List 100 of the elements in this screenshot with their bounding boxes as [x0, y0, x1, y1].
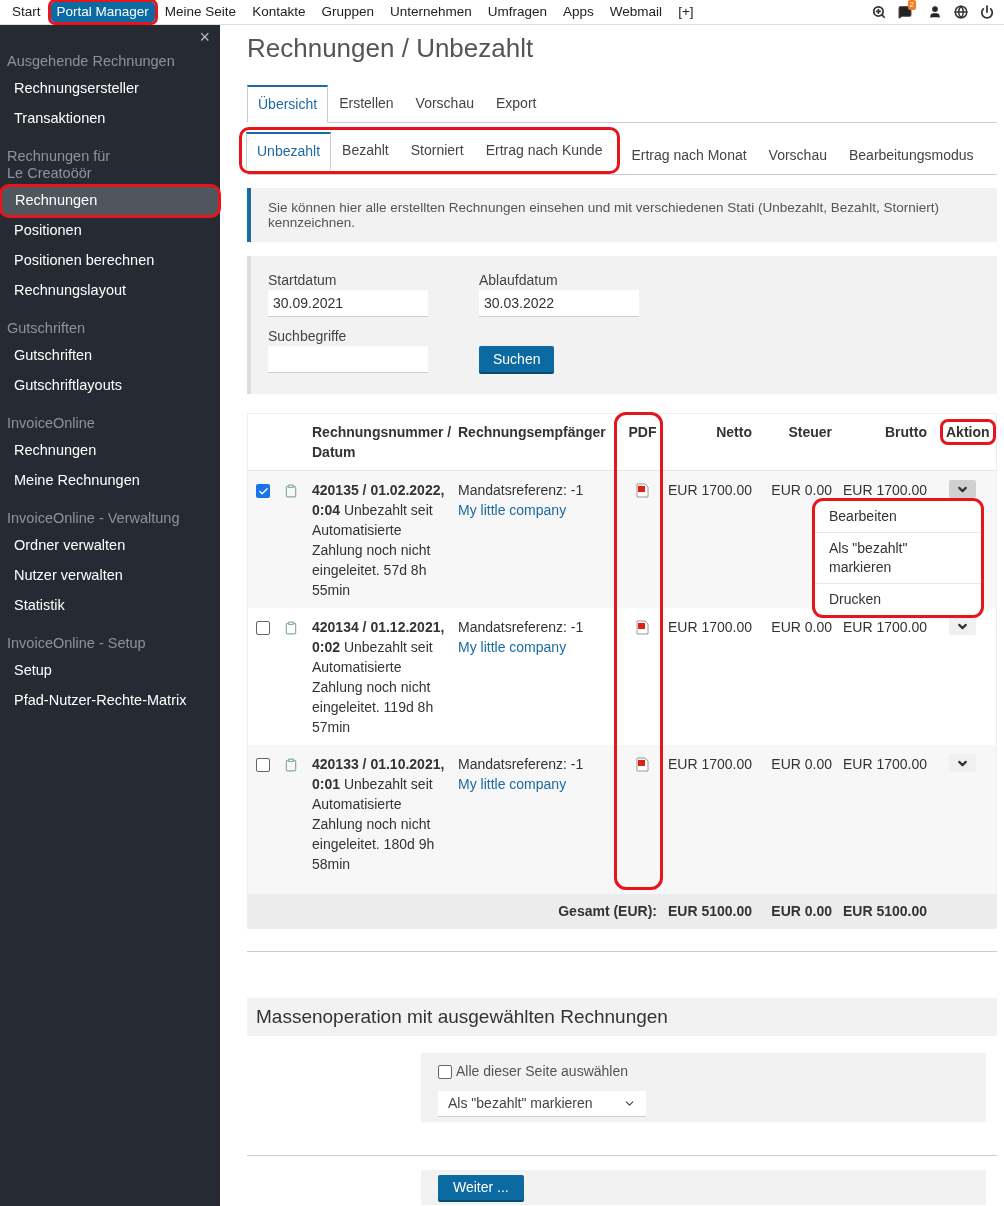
sidebar-heading: InvoiceOnline	[6, 415, 96, 432]
sidebar-item[interactable]: Transaktionen	[0, 104, 220, 134]
nav-link[interactable]: Unternehmen	[383, 2, 478, 22]
sidebar-item[interactable]: Gutschriftlayouts	[0, 371, 220, 401]
search-icon[interactable]	[871, 5, 886, 19]
mandate-text: Mandatsreferenz: -1	[458, 755, 584, 774]
nav-link[interactable]: Portal Manager	[50, 2, 155, 22]
sidebar-item[interactable]: Rechnungsersteller	[0, 74, 220, 104]
mandate-text: Mandatsreferenz: -1	[458, 481, 584, 500]
user-icon[interactable]	[928, 5, 942, 19]
gross-value: EUR 1700.00	[842, 619, 927, 635]
input-field[interactable]: 30.03.2022	[479, 290, 639, 316]
search-button[interactable]: Suchen	[479, 346, 555, 372]
input-field[interactable]: 30.09.2021	[268, 290, 428, 316]
sidebar-item[interactable]: Pfad-Nutzer-Rechte-Matrix	[0, 686, 220, 716]
input-field[interactable]	[268, 346, 428, 372]
nav-link[interactable]: Apps	[557, 2, 600, 22]
gross-value: EUR 1700.00	[842, 756, 927, 772]
nav-link[interactable]: Webmail	[603, 2, 669, 22]
menu-item[interactable]: Drucken	[815, 583, 981, 615]
tax-value: EUR 0.00	[771, 619, 832, 635]
sidebar-item[interactable]: Ordner verwalten	[0, 531, 220, 561]
sidebar-item[interactable]: Nutzer verwalten	[0, 561, 220, 591]
power-icon[interactable]	[980, 5, 994, 19]
company-link[interactable]: My little company	[458, 774, 567, 794]
globe-icon[interactable]	[954, 5, 968, 19]
pdf-icon[interactable]	[636, 483, 649, 498]
clipboard-icon[interactable]	[284, 484, 298, 498]
nav-link[interactable]: Start	[6, 2, 47, 22]
nav-link[interactable]: Umfragen	[481, 2, 554, 22]
sidebar-item[interactable]: Meine Rechnungen	[0, 466, 220, 496]
tab[interactable]: Ertrag nach Monat	[620, 137, 758, 174]
field-label: Suchbegriffe	[268, 328, 348, 344]
total-netto: EUR 5100.00	[667, 903, 752, 919]
sidebar-heading: InvoiceOnline - Verwaltung	[6, 510, 181, 527]
messages-icon[interactable]	[897, 5, 912, 19]
sidebar-item[interactable]: Rechnungslayout	[0, 276, 220, 306]
netto-value: EUR 1700.00	[667, 756, 752, 772]
tab[interactable]: Vorschau	[757, 137, 838, 174]
nav-link[interactable]: Kontakte	[246, 2, 312, 22]
invoice-text: 420135 / 01.02.2022, 0:04 Unbezahlt seit Automatisierte Zahlung noch nicht eingeleitet. 57d 8h 55min	[312, 482, 445, 598]
action-select[interactable]: Als "bezahlt" markieren	[438, 1091, 646, 1116]
field-label: Startdatum	[268, 272, 338, 288]
info-text: Sie können hier alle erstellten Rechnungen einsehen und mit verschiedenen Stati (Unbezahlt, Bezahlt, Storniert) kennzeichnen.	[268, 200, 940, 230]
sidebar-heading: Ausgehende Rechnungen	[6, 53, 176, 70]
notification-badge: 2	[907, 0, 916, 10]
nav-link[interactable]: [+]	[672, 2, 700, 22]
tab[interactable]: Storniert	[399, 132, 475, 169]
sidebar-item[interactable]: Gutschriften	[0, 341, 220, 371]
gross-value: EUR 1700.00	[842, 482, 927, 498]
menu-item[interactable]: Als "bezahlt" markieren	[815, 532, 981, 583]
tab[interactable]: Übersicht	[247, 85, 329, 123]
action-button[interactable]	[949, 617, 976, 635]
tab[interactable]: Ertrag nach Kunde	[474, 132, 614, 169]
company-link[interactable]: My little company	[458, 637, 567, 657]
total-label: Gesamt (EUR):	[558, 903, 657, 919]
field-label: Ablaufdatum	[479, 272, 559, 288]
sidebar-item[interactable]: Statistik	[0, 591, 220, 621]
continue-button[interactable]: Weiter ...	[438, 1175, 524, 1200]
invoice-text: 420133 / 01.10.2021, 0:01 Unbezahlt seit Automatisierte Zahlung noch nicht eingeleitet. 180d 9h 58min	[312, 756, 445, 872]
sidebar-item[interactable]: Setup	[0, 656, 220, 686]
column-header: Brutto	[885, 423, 927, 442]
checkbox[interactable]	[256, 621, 270, 635]
column-header: Rechnungsnummer / Datum	[312, 423, 453, 462]
pdf-icon[interactable]	[636, 757, 649, 772]
nav-link[interactable]: Meine Seite	[158, 2, 243, 22]
sidebar-heading: Rechnungen für Le Creatoöör	[6, 148, 112, 182]
sidebar-item[interactable]: Positionen berechnen	[0, 246, 220, 276]
action-button[interactable]	[949, 480, 976, 498]
clipboard-icon[interactable]	[284, 758, 298, 772]
total-tax: EUR 0.00	[771, 903, 832, 919]
pdf-icon[interactable]	[636, 620, 649, 635]
tab[interactable]: Erstellen	[328, 85, 405, 122]
column-header: PDF	[628, 423, 657, 442]
column-header: Rechnungsempfänger	[458, 423, 606, 442]
company-link[interactable]: My little company	[458, 500, 567, 520]
sidebar-heading: Gutschriften	[6, 320, 87, 337]
sidebar-item[interactable]: Rechnungen	[1, 186, 219, 216]
checkbox[interactable]	[438, 1064, 452, 1079]
sidebar-item[interactable]: Rechnungen	[0, 436, 220, 466]
page-title: Rechnungen / Unbezahlt	[247, 32, 535, 65]
tab[interactable]: Unbezahlt	[246, 132, 332, 170]
clipboard-icon[interactable]	[284, 621, 298, 635]
checkbox[interactable]	[256, 758, 270, 772]
tab[interactable]: Export	[485, 85, 548, 122]
menu-item[interactable]: Bearbeiten	[815, 501, 981, 532]
tab[interactable]: Bezahlt	[331, 132, 400, 169]
netto-value: EUR 1700.00	[667, 619, 752, 635]
tax-value: EUR 0.00	[771, 482, 832, 498]
invoice-text: 420134 / 01.12.2021, 0:02 Unbezahlt seit Automatisierte Zahlung noch nicht eingeleitet. 119d 8h 57min	[312, 619, 445, 735]
tab[interactable]: Vorschau	[404, 85, 485, 122]
total-gross: EUR 5100.00	[842, 903, 927, 919]
sidebar-heading: InvoiceOnline - Setup	[6, 635, 147, 652]
action-button[interactable]	[949, 754, 976, 772]
sidebar-item[interactable]: Positionen	[0, 216, 220, 246]
column-header: Netto	[716, 423, 752, 442]
tab[interactable]: Bearbeitungsmodus	[837, 137, 985, 174]
close-button[interactable]: ×	[199, 27, 210, 47]
checkbox[interactable]	[256, 484, 270, 498]
nav-link[interactable]: Gruppen	[315, 2, 380, 22]
